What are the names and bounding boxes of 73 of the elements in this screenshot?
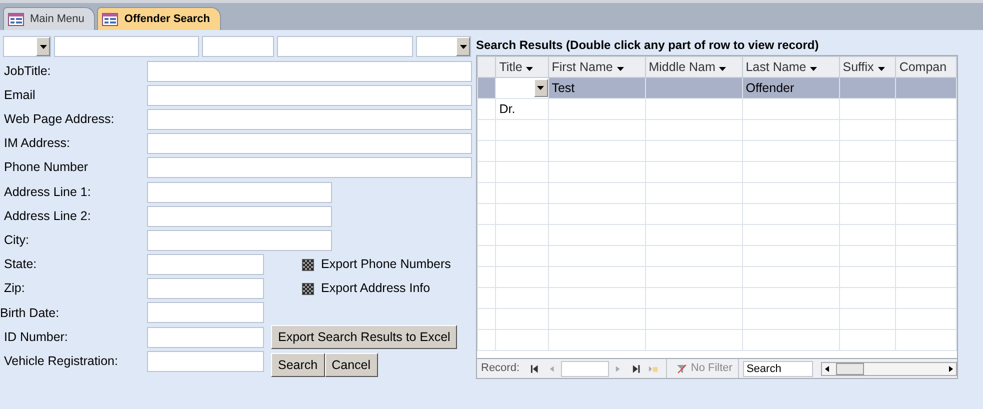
text-field[interactable] (147, 326, 264, 348)
column-header[interactable]: Suffix (839, 56, 896, 78)
first-record-icon[interactable] (530, 364, 540, 374)
checkbox-label: Export Address Info (320, 280, 430, 298)
text-field[interactable] (147, 230, 332, 251)
new-record-icon[interactable] (648, 364, 658, 374)
dropdown-button[interactable] (534, 79, 548, 97)
text-field[interactable] (277, 36, 413, 57)
text-field[interactable] (147, 278, 264, 300)
dropdown-arrow-icon (460, 44, 466, 48)
text-field[interactable] (147, 133, 472, 154)
form-icon (102, 12, 118, 26)
sort-arrow-icon (616, 66, 624, 71)
table-cell: Test (552, 80, 575, 95)
text-field[interactable] (147, 302, 264, 324)
field-label: Birth Date: (0, 304, 60, 322)
text-field[interactable] (147, 182, 332, 203)
sort-arrow-icon (526, 66, 534, 71)
action-button[interactable]: Search (271, 353, 325, 378)
field-label: Web Page Address: (3, 111, 116, 128)
field-label: Vehicle Registration: (3, 352, 119, 370)
table-cell: Dr. (499, 102, 516, 116)
text-field[interactable] (202, 36, 274, 57)
column-header[interactable]: Middle Nam (645, 56, 742, 78)
action-button[interactable]: Cancel (324, 353, 378, 378)
field-label: City: (3, 232, 30, 250)
field-label: Address Line 1: (3, 184, 92, 201)
text-field[interactable] (147, 108, 472, 130)
previous-record-icon[interactable] (547, 364, 557, 374)
checkbox-label: Export Phone Numbers (320, 256, 451, 274)
table-row[interactable]: Test Offender (478, 78, 956, 98)
field-label: JobTitle: (3, 62, 52, 80)
text-field[interactable] (147, 254, 264, 276)
text-field[interactable] (54, 36, 199, 57)
table-row[interactable]: Dr. (478, 98, 956, 120)
text-field[interactable] (147, 60, 472, 82)
record-label: Record: (481, 361, 520, 376)
search-field[interactable]: Search (743, 360, 814, 376)
tab[interactable]: Offender Search (97, 7, 222, 30)
export-button[interactable]: Export Search Results to Excel (271, 325, 458, 350)
dropdown-button[interactable] (456, 37, 470, 56)
last-record-icon[interactable] (630, 364, 640, 374)
dropdown-button[interactable] (36, 37, 50, 56)
form-icon (8, 12, 24, 26)
table-cell: Offender (746, 80, 794, 95)
field-label: Zip: (3, 280, 26, 298)
text-field[interactable] (147, 157, 472, 178)
dropdown-arrow-icon (537, 86, 544, 90)
scroll-thumb[interactable] (836, 362, 864, 374)
sort-arrow-icon (878, 66, 885, 71)
text-field[interactable] (147, 350, 264, 372)
column-header[interactable]: Title (496, 56, 548, 78)
field-label: ID Number: (3, 328, 69, 346)
results-title: Search Results (Double click any part of row to view record) (476, 37, 820, 54)
column-header[interactable]: First Name (548, 56, 646, 78)
horizontal-scrollbar[interactable] (821, 362, 957, 376)
dropdown-arrow-icon (40, 44, 46, 48)
field-label: Address Line 2: (3, 208, 92, 225)
column-header[interactable]: Compan (896, 56, 956, 78)
checkbox[interactable] (302, 258, 314, 271)
field-label: Email (3, 86, 36, 104)
tab[interactable]: Main Menu (3, 7, 96, 30)
sort-arrow-icon (719, 66, 726, 71)
field-label: State: (3, 256, 38, 274)
record-number-field[interactable] (560, 360, 609, 376)
text-field[interactable] (147, 84, 472, 106)
text-field[interactable] (147, 206, 332, 227)
field-label: IM Address: (3, 135, 71, 152)
field-label: Phone Number (3, 159, 90, 176)
checkbox[interactable] (302, 282, 314, 295)
sort-arrow-icon (810, 66, 818, 71)
column-header[interactable]: Last Name (742, 56, 840, 78)
filter-icon[interactable] (676, 364, 687, 374)
